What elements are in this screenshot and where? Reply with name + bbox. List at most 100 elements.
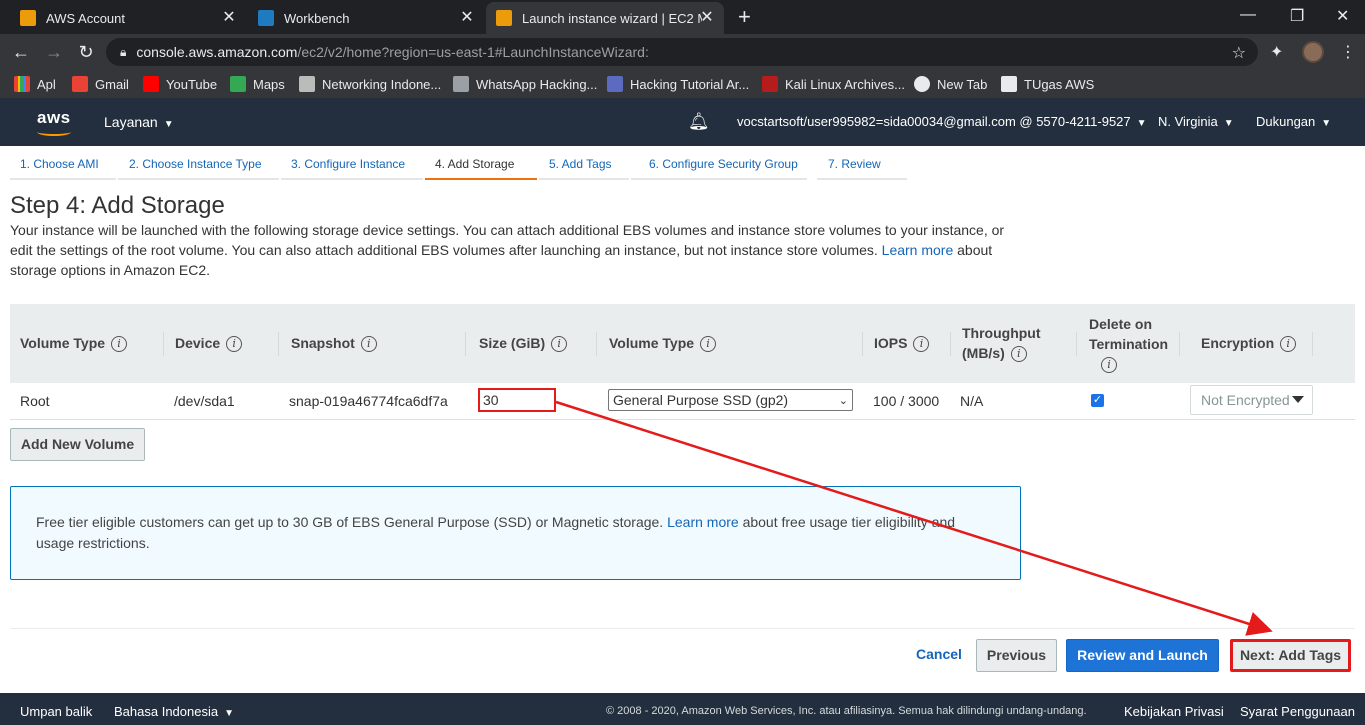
delete-on-termination-checkbox[interactable]: ✓ <box>1091 394 1104 407</box>
column-divider <box>596 332 597 356</box>
info-icon[interactable]: i <box>111 336 128 353</box>
copyright-text: © 2008 - 2020, Amazon Web Services, Inc.… <box>606 705 1087 717</box>
cell-throughput: N/A <box>960 393 984 409</box>
header-device: Device i <box>175 333 243 353</box>
info-icon[interactable]: i <box>700 336 717 353</box>
header-delete-on-termination: Delete on Termination i <box>1089 316 1169 374</box>
maps-icon <box>230 76 246 92</box>
header-volume-type-select: Volume Type i <box>609 333 717 353</box>
bookmark-hacking-tutorial[interactable]: Hacking Tutorial Ar... <box>607 76 749 92</box>
bell-icon[interactable]: 🔔︎ <box>688 112 710 132</box>
menu-kebab-icon[interactable]: ⋮ <box>1340 42 1356 62</box>
volume-type-select[interactable]: General Purpose SSD (gp2) ⌄ <box>608 389 853 411</box>
url-input[interactable]: 🔒︎ console.aws.amazon.com/ec2/v2/home?re… <box>106 38 1258 66</box>
header-volume-type: Volume Type i <box>20 333 128 353</box>
tab-add-storage[interactable]: 4. Add Storage <box>425 150 537 180</box>
star-icon[interactable]: ☆ <box>1232 43 1246 63</box>
vocareum-icon <box>258 10 274 26</box>
tab-choose-ami[interactable]: 1. Choose AMI <box>10 150 116 180</box>
header-throughput: Throughput (MB/s) i <box>962 325 1041 363</box>
bookmark-apps[interactable]: Apl <box>14 76 56 92</box>
minimize-icon[interactable]: — <box>1240 6 1256 24</box>
bookmark-youtube[interactable]: YouTube <box>143 76 217 92</box>
close-icon[interactable]: ✕ <box>220 9 238 27</box>
close-icon[interactable]: ✕ <box>698 9 716 27</box>
column-divider <box>278 332 279 356</box>
close-window-icon[interactable]: ✕ <box>1336 6 1349 26</box>
add-new-volume-button[interactable]: Add New Volume <box>10 428 145 461</box>
language-select[interactable]: Bahasa Indonesia ▼ <box>114 704 234 719</box>
back-arrow-icon[interactable]: ← <box>10 41 32 63</box>
cancel-button[interactable]: Cancel <box>906 639 972 672</box>
info-icon[interactable]: i <box>1101 357 1117 374</box>
close-icon[interactable]: ✕ <box>458 9 476 27</box>
browser-tab-workbench[interactable]: Workbench ✕ <box>248 2 484 34</box>
table-header: Volume Type i Device i Snapshot i Size (GiB… <box>10 304 1355 383</box>
encryption-select[interactable]: Not Encrypted <box>1190 385 1313 415</box>
caret-down-icon: ▼ <box>1223 118 1234 129</box>
avatar[interactable] <box>1302 41 1324 63</box>
caret-down-icon: ▼ <box>1136 118 1147 129</box>
lock-icon: 🔒︎ <box>120 44 127 59</box>
info-icon[interactable]: i <box>1280 336 1297 353</box>
bookmark-tugas-aws[interactable]: TUgas AWS <box>1001 76 1094 92</box>
gmail-icon <box>72 76 88 92</box>
tab-configure-security-group[interactable]: 6. Configure Security Group <box>631 150 807 180</box>
tab-choose-instance-type[interactable]: 2. Choose Instance Type <box>118 150 279 180</box>
info-icon[interactable]: i <box>913 336 930 353</box>
bookmark-new-tab[interactable]: New Tab <box>914 76 987 92</box>
apps-grid-icon <box>14 76 30 92</box>
caret-down-icon: ▼ <box>1321 118 1332 129</box>
browser-tab-bar: AWS Account ✕ Workbench ✕ Launch instanc… <box>0 0 1365 34</box>
info-icon[interactable]: i <box>1010 346 1027 363</box>
tab-review[interactable]: 7. Review <box>817 150 907 180</box>
cell-snapshot: snap-019a46774fca6df7a <box>289 393 448 409</box>
page-title: Step 4: Add Storage <box>10 192 225 219</box>
header-snapshot: Snapshot i <box>291 333 377 353</box>
cell-device: /dev/sda1 <box>174 393 235 409</box>
terms-link[interactable]: Syarat Penggunaan <box>1240 704 1355 719</box>
next-add-tags-button[interactable]: Next: Add Tags <box>1230 639 1351 672</box>
bookmark-networking[interactable]: Networking Indone... <box>299 76 441 92</box>
free-tier-learn-more-link[interactable]: Learn more <box>667 514 739 530</box>
header-size: Size (GiB) i <box>479 333 568 353</box>
tab-add-tags[interactable]: 5. Add Tags <box>539 150 629 180</box>
restore-icon[interactable]: ❐ <box>1290 6 1304 26</box>
browser-tab-launch-wizard[interactable]: Launch instance wizard | EC2 Mar ✕ <box>486 2 724 34</box>
bookmark-whatsapp[interactable]: WhatsApp Hacking... <box>453 76 597 92</box>
review-and-launch-button[interactable]: Review and Launch <box>1066 639 1219 672</box>
feedback-link[interactable]: Umpan balik <box>20 704 92 719</box>
bookmark-maps[interactable]: Maps <box>230 76 285 92</box>
tab-configure-instance[interactable]: 3. Configure Instance <box>281 150 423 180</box>
aws-logo[interactable]: aws <box>37 108 71 136</box>
cell-iops: 100 / 3000 <box>873 393 940 409</box>
browser-tab-aws-account[interactable]: AWS Account ✕ <box>10 2 246 34</box>
account-menu[interactable]: vocstartsoft/user995982=sida00034@gmail.… <box>737 114 1147 129</box>
forward-arrow-icon[interactable]: → <box>43 41 65 63</box>
reload-icon[interactable]: ↻ <box>75 41 97 63</box>
aws-console-nav: aws Layanan ▼ 🔔︎ vocstartsoft/user995982=… <box>0 98 1365 146</box>
column-divider <box>163 332 164 356</box>
column-divider <box>465 332 466 356</box>
bookmark-gmail[interactable]: Gmail <box>72 76 129 92</box>
info-icon[interactable]: i <box>551 336 568 353</box>
size-input[interactable]: 30 <box>478 388 556 412</box>
globe-icon <box>914 76 930 92</box>
bookmark-kali[interactable]: Kali Linux Archives... <box>762 76 905 92</box>
previous-button[interactable]: Previous <box>976 639 1057 672</box>
learn-more-link[interactable]: Learn more <box>882 242 954 258</box>
site-icon <box>762 76 778 92</box>
extensions-puzzle-icon[interactable]: ✦ <box>1270 42 1283 62</box>
privacy-link[interactable]: Kebijakan Privasi <box>1124 704 1224 719</box>
page-description: Your instance will be launched with the … <box>10 222 1005 278</box>
divider <box>10 628 1355 629</box>
column-divider <box>1179 332 1180 356</box>
aws-box-icon <box>496 10 512 26</box>
support-menu[interactable]: Dukungan ▼ <box>1256 114 1331 129</box>
region-menu[interactable]: N. Virginia ▼ <box>1158 114 1234 129</box>
info-icon[interactable]: i <box>360 336 377 353</box>
header-iops: IOPS i <box>874 333 930 353</box>
info-icon[interactable]: i <box>226 336 243 353</box>
services-menu[interactable]: Layanan ▼ <box>104 114 174 130</box>
new-tab-icon[interactable]: + <box>738 6 751 28</box>
